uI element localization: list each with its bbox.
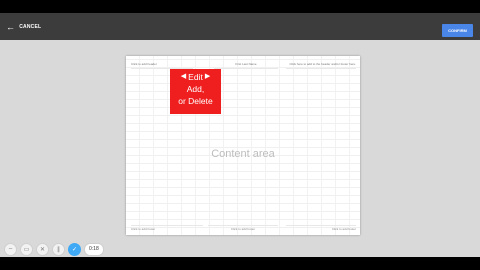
cancel-label: CANCEL xyxy=(19,24,42,30)
callout-line-3: or Delete xyxy=(178,96,213,106)
right-arrow-icon: ▶ xyxy=(204,73,211,80)
webcam-icon[interactable]: ▭ xyxy=(20,242,33,256)
minimize-icon[interactable]: – xyxy=(4,242,17,256)
check-icon[interactable]: ✓ xyxy=(68,242,81,256)
document-page: Click to add header First Last Name Clic… xyxy=(126,56,360,235)
cancel-button[interactable]: ← CANCEL xyxy=(6,21,41,33)
callout-line-1: Edit xyxy=(188,72,203,82)
edit-callout: ◀ Edit ▶ Add, or Delete xyxy=(170,69,221,114)
footer-right-field[interactable]: Click to add footer xyxy=(286,225,356,232)
back-arrow-icon: ← xyxy=(6,22,16,32)
callout-line-2: Add, xyxy=(186,84,205,94)
header-right-field[interactable]: Click here to add to the header and/or f… xyxy=(286,62,356,69)
top-toolbar: ← CANCEL CONFIRM xyxy=(0,13,480,40)
left-arrow-icon: ◀ xyxy=(180,73,187,80)
pause-icon[interactable]: ∥ xyxy=(52,242,65,256)
header-center-field[interactable]: First Last Name xyxy=(214,62,278,69)
header-left-field[interactable]: Click to add header xyxy=(131,62,193,69)
recorder-controls: – ▭ ✕ ∥ ✓ 0:18 xyxy=(4,240,104,257)
editor-frame: ← CANCEL CONFIRM Click to add header Fir… xyxy=(0,13,480,257)
close-icon[interactable]: ✕ xyxy=(36,242,49,256)
recording-timer: 0:18 xyxy=(84,242,104,256)
footer-left-field[interactable]: Click to add footer xyxy=(131,225,203,232)
content-area-label: Content area xyxy=(211,148,275,160)
footer-center-field[interactable]: Click to add footer xyxy=(208,225,278,232)
confirm-button[interactable]: CONFIRM xyxy=(442,24,473,37)
